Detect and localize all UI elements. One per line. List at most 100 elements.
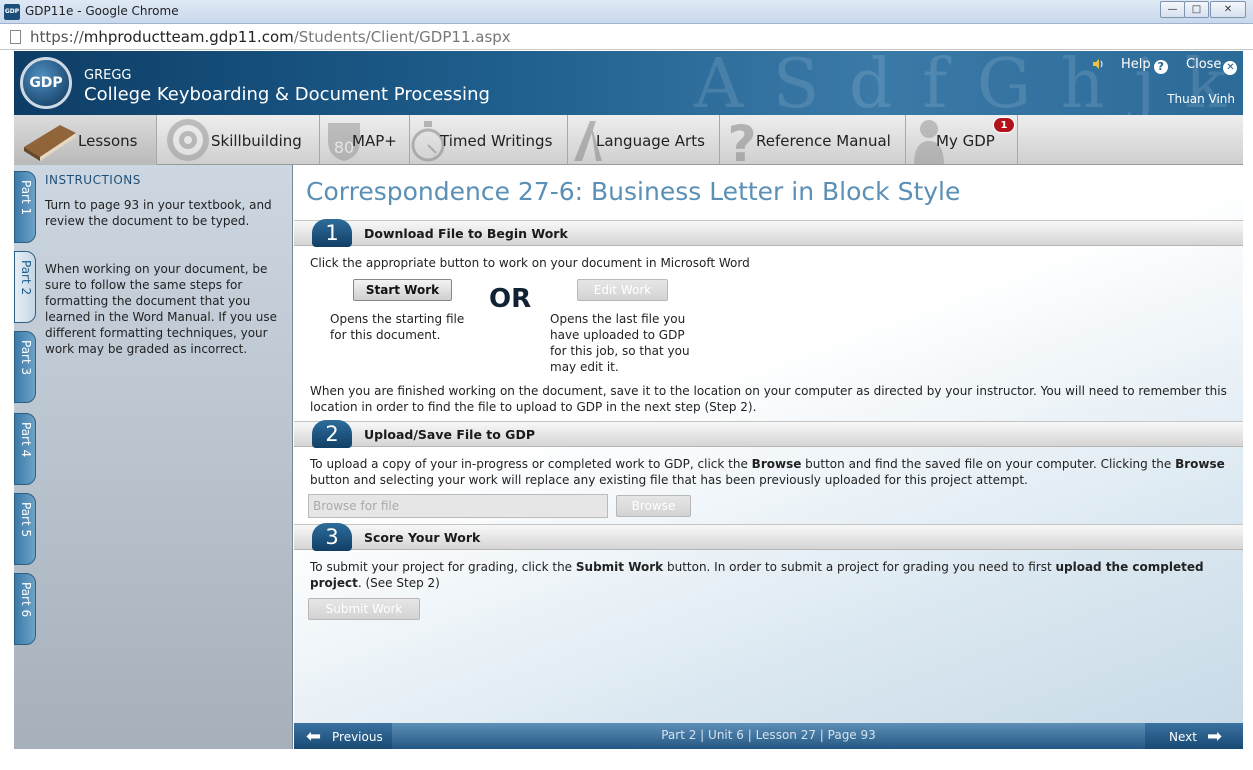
instructions-title: INSTRUCTIONS [45,173,141,187]
tab-label: My GDP [936,132,995,150]
part-tab-5[interactable]: Part 5 [14,493,36,565]
browse-button[interactable]: Browse [616,495,691,517]
text: button and find the saved file on your c… [801,457,1176,471]
tab-map-plus[interactable]: 80 MAP+ [320,115,410,165]
tab-label: Reference Manual [756,132,891,150]
step-1-header: 1 Download File to Begin Work [294,219,1243,247]
step-title: Download File to Begin Work [364,226,568,241]
step-1-intro: Click the appropriate button to work on … [310,256,750,270]
text: To submit your project for grading, clic… [310,560,576,574]
part-tab-label: Part 4 [19,422,33,458]
instructions-paragraph-1: Turn to page 93 in your textbook, and re… [45,198,272,228]
main-content: Correspondence 27-6: Business Letter in … [294,165,1243,723]
url-scheme: https:// [30,28,84,46]
svg-text:?: ? [727,117,756,165]
main-nav: Lessons Skillbuilding 80 MAP+ Timed Writ… [14,115,1243,165]
notification-badge: 1 [993,117,1015,133]
tab-lessons[interactable]: Lessons [14,115,157,165]
edit-work-description: Opens the last file you have uploaded to… [550,312,690,374]
page-title: Correspondence 27-6: Business Letter in … [306,177,961,206]
app-icon: GDP [4,4,20,20]
instructions-panel: Part 1 Part 2 Part 3 Part 4 Part 5 Part … [14,165,293,749]
brand-top: GREGG [84,68,132,83]
step-title: Upload/Save File to GDP [364,427,535,442]
part-tab-1[interactable]: Part 1 [14,171,36,243]
tab-reference-manual[interactable]: ? Reference Manual [720,115,906,165]
text: To upload a copy of your in-progress or … [310,457,752,471]
step-3-text: To submit your project for grading, clic… [310,559,1230,591]
lesson-breadcrumb: Part 2 | Unit 6 | Lesson 27 | Page 93 [661,728,876,742]
part-tab-4[interactable]: Part 4 [14,413,36,485]
edit-work-button[interactable]: Edit Work [577,279,668,301]
book-icon [24,125,76,161]
app-header: A S d f G h j k L : GDP GREGG College Ke… [14,51,1243,115]
part-tabs: Part 1 Part 2 Part 3 Part 4 Part 5 Part … [14,165,38,749]
address-bar[interactable]: https://mhproductteam.gdp11.com/Students… [0,24,1253,50]
help-link[interactable]: Help? [1121,57,1168,74]
text: button. In order to submit a project for… [663,560,1056,574]
tab-label: Timed Writings [440,132,553,150]
step-number: 2 [312,420,352,448]
minimize-button[interactable]: — [1160,1,1185,18]
previous-label: Previous [332,730,383,744]
help-label: Help [1121,57,1151,72]
part-tab-2[interactable]: Part 2 [14,251,36,323]
part-tab-label: Part 2 [19,260,33,296]
tab-timed-writings[interactable]: Timed Writings [410,115,568,165]
next-label: Next [1169,730,1197,744]
arrow-right-icon: ➡ [1207,726,1223,747]
window-close-button[interactable]: ✕ [1210,1,1246,18]
logo-text: GDP [29,75,63,91]
lesson-footer: Part 2 | Unit 6 | Lesson 27 | Page 93 ⬅ … [294,723,1243,749]
step-title: Score Your Work [364,530,481,545]
tab-label: Lessons [78,132,138,150]
previous-button[interactable]: ⬅ Previous [294,723,392,749]
part-tab-3[interactable]: Part 3 [14,331,36,403]
step-2-header: 2 Upload/Save File to GDP [294,420,1243,448]
text: . (See Step 2) [357,576,440,590]
part-tab-label: Part 5 [19,502,33,538]
gdp-logo: GDP [20,57,72,109]
speaker-icon[interactable] [1092,58,1104,70]
step-number: 3 [312,523,352,551]
step-3-header: 3 Score Your Work [294,523,1243,551]
url-path: /Students/Client/GDP11.aspx [293,28,511,46]
tab-language-arts[interactable]: Language Arts [568,115,720,165]
step-2-text: To upload a copy of your in-progress or … [310,456,1230,488]
part-tab-label: Part 3 [19,340,33,376]
tab-label: Skillbuilding [211,132,302,150]
url-host: mhproductteam.gdp11.com [83,28,294,46]
bold-text: Browse [751,457,802,471]
step-1-after-text: When you are finished working on the doc… [310,384,1227,414]
window-title: GDP11e - Google Chrome [25,4,179,18]
part-tab-label: Part 1 [19,180,33,216]
text: button and selecting your work will repl… [310,473,1028,487]
bold-text: Submit Work [575,560,664,574]
brand-title: College Keyboarding & Document Processin… [84,84,490,105]
tab-label: Language Arts [596,132,705,150]
help-icon: ? [1153,60,1168,74]
submit-work-button[interactable]: Submit Work [308,598,420,620]
or-separator: OR [489,284,532,314]
close-label: Close [1186,57,1222,72]
start-work-button[interactable]: Start Work [353,279,452,301]
tab-skillbuilding[interactable]: Skillbuilding [157,115,320,165]
url-text[interactable]: https://mhproductteam.gdp11.com/Students… [30,28,511,46]
part-tab-6[interactable]: Part 6 [14,573,36,645]
browse-file-input[interactable]: Browse for file [308,494,608,518]
tab-label: MAP+ [352,132,397,150]
page-icon [10,30,21,44]
arrow-left-icon: ⬅ [306,726,322,747]
close-link[interactable]: Close ✕ [1186,57,1238,75]
next-button[interactable]: Next ➡ [1145,723,1243,749]
close-icon: ✕ [1223,61,1238,75]
start-work-description: Opens the starting file for this documen… [330,312,465,342]
part-tab-label: Part 6 [19,582,33,618]
bold-text: Browse [1175,457,1225,471]
maximize-button[interactable]: □ [1184,1,1209,18]
tab-my-gdp[interactable]: My GDP 1 [906,115,1018,165]
step-number: 1 [312,219,352,247]
user-name: Thuan Vinh [1167,92,1235,106]
window-titlebar: GDP GDP11e - Google Chrome — □ ✕ [0,0,1253,24]
instructions-paragraph-2: When working on your document, be sure t… [45,262,278,356]
